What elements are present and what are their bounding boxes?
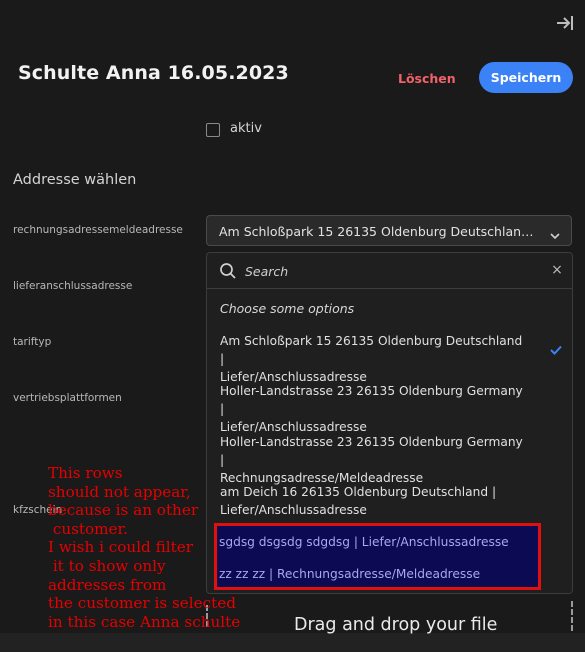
billing-address-select[interactable]: Am Schloßpark 15 26135 Oldenburg Deutsch… [206, 215, 572, 246]
field-label-delivery-address: lieferanschlussadresse [13, 280, 133, 292]
dropzone-border [571, 601, 575, 631]
annotation-note: This rows should not appear, because is … [48, 464, 241, 631]
field-label-sales-platforms: vertriebsplattformen [13, 392, 122, 404]
option-line1: Am Schloßpark 15 26135 Oldenburg Deutsch… [220, 334, 523, 366]
option-line1: Holler-Landstrasse 23 26135 Oldenburg Ge… [220, 435, 523, 467]
field-label-tariff-type: tariftyp [13, 336, 52, 348]
select-value: Am Schloßpark 15 26135 Oldenburg Deutsch… [219, 224, 541, 239]
option-line1: Holler-Landstrasse 23 26135 Oldenburg Ge… [220, 384, 523, 416]
dropdown-option[interactable]: am Deich 16 26135 Oldenburg Deutschland … [220, 483, 530, 519]
option-line1: am Deich 16 26135 Oldenburg Deutschland … [220, 485, 497, 499]
clear-icon[interactable]: × [550, 262, 564, 278]
chevron-down-icon [549, 226, 561, 240]
exit-icon[interactable] [553, 12, 575, 34]
dropdown-option[interactable]: Holler-Landstrasse 23 26135 Oldenburg Ge… [220, 382, 530, 436]
active-label: aktiv [230, 121, 262, 136]
dropzone-text[interactable]: Drag and drop your file [294, 615, 497, 635]
dropdown-option-highlighted[interactable]: zz zz zz | Rechnungsadresse/Meldeadresse [219, 565, 529, 583]
active-checkbox[interactable] [206, 123, 220, 137]
field-label-billing-address: rechnungsadressemeldeadresse [13, 224, 183, 236]
option-line2: Liefer/Anschlussadresse [220, 420, 367, 434]
search-icon [219, 262, 237, 280]
page-title: Schulte Anna 16.05.2023 [18, 62, 289, 84]
dropdown-option[interactable]: Am Schloßpark 15 26135 Oldenburg Deutsch… [220, 332, 530, 386]
dropdown-hint: Choose some options [220, 301, 355, 316]
delete-button[interactable]: Löschen [392, 67, 456, 89]
check-icon [549, 341, 563, 355]
dropdown-option-highlighted[interactable]: sgdsg dsgsdg sdgdsg | Liefer/Anschlussad… [219, 533, 529, 551]
dropzone-strip [0, 633, 585, 652]
dropdown-option[interactable]: Holler-Landstrasse 23 26135 Oldenburg Ge… [220, 433, 530, 487]
search-input[interactable] [243, 260, 547, 282]
section-heading: Addresse wählen [13, 172, 137, 188]
dropdown-search: × [207, 253, 572, 289]
save-button[interactable]: Speichern [479, 62, 573, 93]
option-line2: Liefer/Anschlussadresse [220, 503, 367, 517]
